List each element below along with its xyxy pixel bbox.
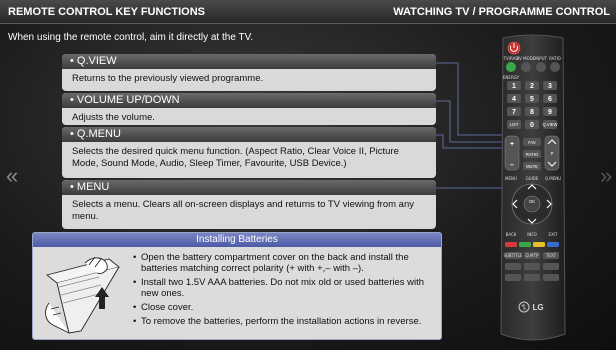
battery-step: Install two 1.5V AAA batteries. Do not m… [133, 277, 439, 299]
tv-rad-button[interactable] [506, 62, 516, 72]
key-label: Q.VIEW [542, 122, 557, 127]
yellow-key[interactable] [533, 242, 545, 247]
media-key[interactable] [543, 263, 559, 270]
fav-label: FAV [528, 140, 536, 145]
exit-label: EXIT [549, 232, 558, 237]
manual-page: REMOTE CONTROL KEY FUNCTIONS WATCHING TV… [0, 0, 616, 350]
red-key[interactable] [505, 242, 517, 247]
key-label: 8 [530, 109, 534, 116]
green-key[interactable] [519, 242, 531, 247]
energy-label: ENERGY [503, 75, 520, 80]
key-label: Q.MTP [526, 253, 539, 258]
key-label: LIST [510, 122, 519, 127]
mute-label: MUTE [526, 164, 538, 169]
navigation-pad[interactable]: OK [511, 183, 553, 225]
key-label: TEXT [545, 253, 557, 258]
key-label: 4 [512, 96, 516, 103]
brand-label: LG [532, 303, 543, 312]
battery-steps-list: Open the battery compartment cover on th… [133, 252, 439, 330]
key-label: 3 [548, 83, 552, 90]
key-label: 6 [548, 96, 552, 103]
top-label: RATIO [549, 56, 561, 61]
svg-text:–: – [510, 162, 514, 169]
ratio-button[interactable] [550, 62, 560, 72]
battery-install-illustration [45, 256, 120, 334]
info-label: INFO [527, 232, 537, 237]
top-label: INPUT [535, 56, 548, 61]
key-label: 1 [512, 83, 516, 90]
key-label: 7 [512, 109, 516, 116]
battery-step: To remove the batteries, perform the ins… [133, 316, 439, 327]
key-label: SUBTITLE [503, 253, 523, 258]
key-label: 0 [530, 122, 534, 129]
key-label: 9 [548, 109, 552, 116]
top-label: AV MODE [517, 56, 536, 61]
batteries-title: Installing Batteries [33, 233, 441, 247]
volume-rocker[interactable]: + – [504, 135, 520, 171]
menu-label: MENU [505, 176, 517, 181]
volume-callout-line [436, 100, 506, 143]
media-key[interactable] [524, 274, 540, 281]
input-button[interactable] [536, 62, 546, 72]
programme-rocker[interactable]: P [544, 135, 560, 171]
av-mode-button[interactable] [521, 62, 531, 72]
battery-step: Close cover. [133, 302, 439, 313]
ok-label: OK [529, 199, 535, 204]
ratio-label: RATIO [526, 152, 539, 157]
qmenu-label: Q.MENU [545, 176, 561, 181]
guide-label: GUIDE [526, 176, 539, 181]
media-key[interactable] [524, 263, 540, 270]
remote-control-illustration: TV/RAD AV MODE INPUT RATIO ENERGY 1 2 3 … [500, 34, 566, 341]
media-key[interactable] [505, 274, 521, 281]
media-key[interactable] [505, 263, 521, 270]
power-button[interactable] [507, 41, 521, 55]
svg-text:P: P [551, 151, 554, 156]
installing-batteries-panel: Installing Batteries Open the battery co… [32, 232, 442, 340]
battery-step: Open the battery compartment cover on th… [133, 252, 439, 274]
key-label: 5 [530, 96, 534, 103]
back-label: BACK [506, 232, 517, 237]
blue-key[interactable] [547, 242, 559, 247]
key-label: 2 [530, 83, 534, 90]
media-key[interactable] [543, 274, 559, 281]
svg-text:+: + [510, 141, 514, 148]
